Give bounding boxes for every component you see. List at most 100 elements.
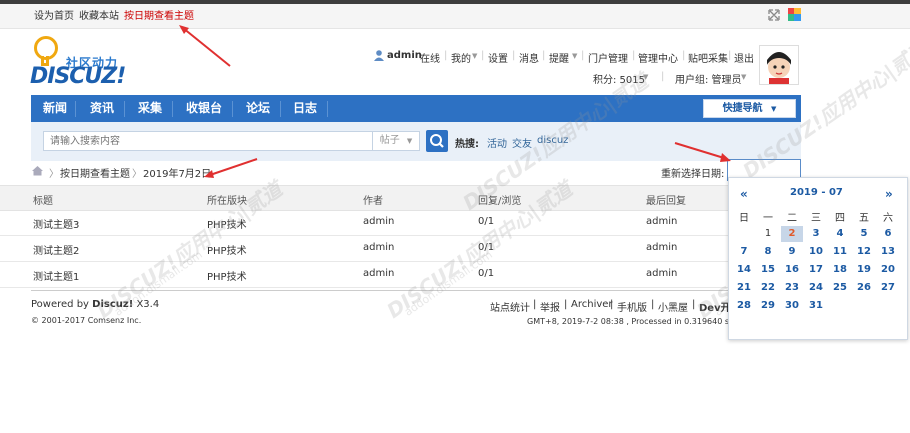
menu-notifications[interactable]: 提醒 bbox=[549, 50, 569, 65]
quick-nav-label: 快捷导航 bbox=[722, 103, 763, 114]
thread-title-link[interactable]: 测试主题1 bbox=[33, 268, 79, 283]
nav-blog[interactable]: 日志 bbox=[293, 95, 317, 122]
author-link[interactable]: admin bbox=[363, 268, 394, 279]
chevron-down-icon: ▼ bbox=[771, 105, 777, 113]
menu-messages[interactable]: 消息 bbox=[519, 50, 539, 65]
usergroup-display[interactable]: 用户组: 管理员 bbox=[675, 71, 742, 86]
column-header: 回复/浏览 bbox=[478, 196, 522, 207]
menu-admin-center[interactable]: 管理中心 bbox=[638, 50, 678, 65]
calendar-day[interactable]: 14 bbox=[733, 262, 755, 278]
forum-link[interactable]: PHP技术 bbox=[207, 242, 247, 257]
calendar-day[interactable]: 19 bbox=[853, 262, 875, 278]
author-link[interactable]: admin bbox=[363, 242, 394, 253]
calendar-day[interactable]: 23 bbox=[781, 280, 803, 296]
divider: | bbox=[728, 50, 732, 61]
calendar-day[interactable]: 4 bbox=[829, 226, 851, 242]
divider: | bbox=[692, 299, 696, 310]
footer-link-mobile[interactable]: 手机版 bbox=[617, 299, 647, 314]
chevron-down-icon: ▼ bbox=[741, 73, 747, 81]
search-type-select[interactable]: 帖子 ▼ bbox=[373, 131, 420, 151]
nav-cashier[interactable]: 收银台 bbox=[186, 95, 222, 122]
menu-settings[interactable]: 设置 bbox=[488, 50, 508, 65]
logo-text[interactable]: DISCUZ! bbox=[30, 64, 126, 89]
calendar-day[interactable]: 7 bbox=[733, 244, 755, 260]
calendar-day[interactable]: 13 bbox=[877, 244, 899, 260]
hot-search-link[interactable]: 活动 bbox=[487, 135, 507, 150]
calendar-day[interactable]: 22 bbox=[757, 280, 779, 296]
last-reply-link[interactable]: admin bbox=[646, 242, 677, 253]
nav-info[interactable]: 资讯 bbox=[90, 95, 114, 122]
menu-portal-admin[interactable]: 门户管理 bbox=[588, 50, 628, 65]
points-display[interactable]: 积分: 5015 bbox=[593, 71, 645, 86]
calendar-prev-button[interactable]: « bbox=[740, 187, 748, 201]
forum-link[interactable]: PHP技术 bbox=[207, 216, 247, 231]
hot-search-link[interactable]: discuz bbox=[537, 135, 568, 146]
menu-logout[interactable]: 退出 bbox=[734, 50, 754, 65]
calendar-day[interactable]: 10 bbox=[805, 244, 827, 260]
calendar-day[interactable]: 28 bbox=[733, 298, 755, 314]
weekday-label: 五 bbox=[859, 213, 869, 224]
calendar-day[interactable]: 17 bbox=[805, 262, 827, 278]
view-by-date-link[interactable]: 按日期查看主题 bbox=[124, 7, 194, 22]
search-input[interactable] bbox=[43, 131, 373, 151]
last-reply-link[interactable]: admin bbox=[646, 216, 677, 227]
footer-link-stats[interactable]: 站点统计 bbox=[490, 299, 530, 314]
last-reply-link[interactable]: admin bbox=[646, 268, 677, 279]
breadcrumb-item[interactable]: 按日期查看主题 bbox=[60, 165, 130, 180]
calendar-day[interactable]: 30 bbox=[781, 298, 803, 314]
thread-title-link[interactable]: 测试主题2 bbox=[33, 242, 79, 257]
table-row bbox=[0, 262, 800, 288]
bookmark-site-link[interactable]: 收藏本站 bbox=[79, 7, 119, 22]
calendar-day[interactable]: 31 bbox=[805, 298, 827, 314]
calendar-day[interactable]: 3 bbox=[805, 226, 827, 242]
footer-link-dev[interactable]: Dev开 bbox=[699, 299, 731, 314]
avatar[interactable] bbox=[759, 45, 799, 85]
calendar-day[interactable]: 21 bbox=[733, 280, 755, 296]
nav-news[interactable]: 新闻 bbox=[43, 95, 67, 122]
hot-search-link[interactable]: 交友 bbox=[512, 135, 532, 150]
calendar-day[interactable]: 27 bbox=[877, 280, 899, 296]
calendar-day[interactable]: 9 bbox=[781, 244, 803, 260]
username-link[interactable]: admin bbox=[387, 50, 422, 61]
footer-link-report[interactable]: 举报 bbox=[540, 299, 560, 314]
column-header: 作者 bbox=[363, 196, 383, 207]
calendar-day[interactable]: 29 bbox=[757, 298, 779, 314]
calendar-day[interactable]: 1 bbox=[757, 226, 779, 242]
calendar-day[interactable]: 11 bbox=[829, 244, 851, 260]
theme-color-icon[interactable] bbox=[788, 8, 801, 21]
calendar-day[interactable]: 12 bbox=[853, 244, 875, 260]
fullscreen-icon[interactable] bbox=[768, 9, 780, 21]
divider: | bbox=[610, 299, 614, 310]
search-button[interactable] bbox=[426, 130, 448, 152]
nav-collect[interactable]: 采集 bbox=[138, 95, 162, 122]
quick-nav-button[interactable]: 快捷导航 ▼ bbox=[703, 99, 796, 118]
calendar-day-selected[interactable]: 2 bbox=[781, 226, 803, 242]
menu-mine[interactable]: 我的 bbox=[451, 50, 471, 65]
author-link[interactable]: admin bbox=[363, 216, 394, 227]
forum-link[interactable]: PHP技术 bbox=[207, 268, 247, 283]
search-icon bbox=[430, 134, 444, 148]
discuz-brand-link[interactable]: Discuz! bbox=[92, 299, 133, 310]
calendar-day[interactable]: 15 bbox=[757, 262, 779, 278]
thread-title-link[interactable]: 测试主题3 bbox=[33, 216, 79, 231]
divider: | bbox=[632, 50, 636, 61]
nav-forum[interactable]: 论坛 bbox=[246, 95, 270, 122]
footer-link-blackroom[interactable]: 小黑屋 bbox=[658, 299, 688, 314]
footer-link-archiver[interactable]: Archiver bbox=[571, 299, 613, 310]
calendar-next-button[interactable]: » bbox=[885, 187, 893, 201]
calendar-day[interactable]: 16 bbox=[781, 262, 803, 278]
calendar-day[interactable]: 6 bbox=[877, 226, 899, 242]
calendar-day[interactable]: 8 bbox=[757, 244, 779, 260]
calendar-day[interactable]: 20 bbox=[877, 262, 899, 278]
calendar-day[interactable]: 18 bbox=[829, 262, 851, 278]
calendar-day[interactable]: 26 bbox=[853, 280, 875, 296]
set-homepage-link[interactable]: 设为首页 bbox=[34, 7, 74, 22]
copyright: © 2001-2017 Comsenz Inc. bbox=[31, 316, 142, 325]
calendar-title[interactable]: 2019 - 07 bbox=[790, 187, 843, 198]
calendar-day[interactable]: 24 bbox=[805, 280, 827, 296]
calendar-day[interactable]: 5 bbox=[853, 226, 875, 242]
column-header: 最后回复 bbox=[646, 196, 686, 207]
menu-tieba-collect[interactable]: 贴吧采集 bbox=[688, 50, 728, 65]
calendar-day[interactable]: 25 bbox=[829, 280, 851, 296]
home-icon[interactable] bbox=[32, 165, 43, 176]
